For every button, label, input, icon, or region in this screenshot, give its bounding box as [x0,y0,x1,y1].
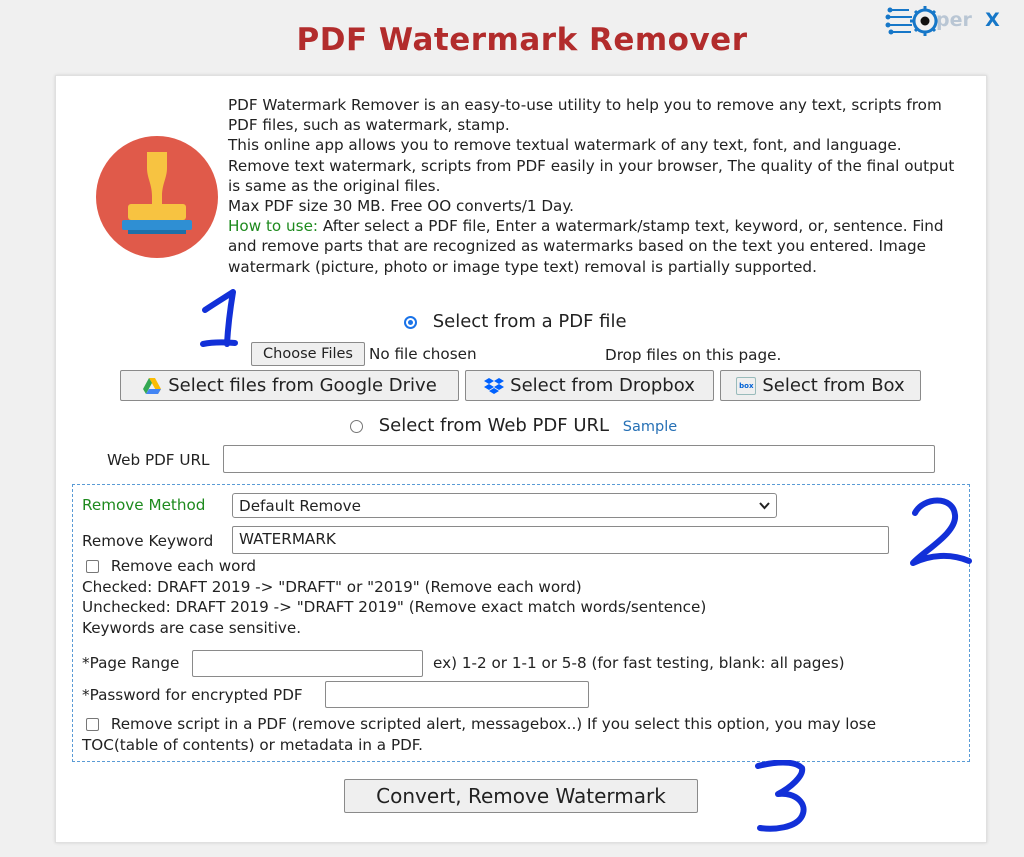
page-range-hint: ex) 1-2 or 1-1 or 5-8 (for fast testing,… [433,654,845,672]
sample-link[interactable]: Sample [623,419,677,435]
box-icon: box [736,376,757,395]
web-url-option-label: Select from Web PDF URL [378,415,610,436]
remove-each-word-option[interactable]: Remove each word [86,557,256,575]
how-to-text: After select a PDF file, Enter a waterma… [228,217,944,276]
remove-method-value: Default Remove [239,496,361,515]
box-label: Select from Box [762,375,905,396]
pdf-file-radio[interactable] [404,315,417,329]
file-status: No file chosen [369,345,477,363]
chevron-down-icon [759,501,770,509]
how-to-label: How to use: [228,217,319,236]
dropbox-icon [484,377,505,394]
how-to-use: How to use: After select a PDF file, Ent… [228,216,958,277]
web-url-option[interactable]: Select from Web PDF URL Sample [350,415,677,436]
remove-script-label-continued: TOC(table of contents) or metadata in a … [82,736,423,754]
password-label: *Password for encrypted PDF [82,686,303,704]
remove-method-label: Remove Method [82,496,206,514]
drop-zone-text: Drop files on this page. [605,346,782,364]
annotation-step-2: 2 [910,497,972,566]
dropbox-label: Select from Dropbox [510,375,695,396]
page-title: PDF Watermark Remover [296,22,748,58]
remove-each-word-label: Remove each word [110,557,257,575]
remove-method-select[interactable]: Default Remove [232,493,777,518]
password-input[interactable] [325,681,589,708]
remove-each-word-checkbox[interactable] [86,560,99,573]
dropbox-button[interactable]: Select from Dropbox [465,370,714,401]
description: PDF Watermark Remover is an easy-to-use … [228,95,958,277]
choose-files-button[interactable]: Choose Files [251,342,365,366]
description-line: Max PDF size 30 MB. Free OO converts/1 D… [228,197,575,216]
box-button[interactable]: box Select from Box [720,370,921,401]
google-drive-label: Select files from Google Drive [168,375,437,396]
description-line: This online app allows you to remove tex… [228,136,955,195]
brand-name: per X [936,9,1000,31]
remove-script-option[interactable]: Remove script in a PDF (remove scripted … [86,715,876,733]
description-line: PDF Watermark Remover is an easy-to-use … [228,96,942,135]
google-drive-icon [143,377,162,394]
remove-keyword-input[interactable]: WATERMARK [232,526,889,554]
convert-button[interactable]: Convert, Remove Watermark [344,779,698,813]
remove-script-checkbox[interactable] [86,718,99,731]
web-url-input[interactable] [223,445,935,473]
page-range-label: *Page Range [82,654,180,672]
google-drive-button[interactable]: Select files from Google Drive [120,370,459,401]
pdf-file-option-label: Select from a PDF file [432,311,627,332]
web-url-radio[interactable] [350,419,363,433]
remove-keyword-label: Remove Keyword [82,532,214,550]
page-range-input[interactable] [192,650,423,677]
pdf-file-option[interactable]: Select from a PDF file [404,311,627,332]
web-url-label: Web PDF URL [107,451,210,469]
remove-script-label: Remove script in a PDF (remove scripted … [110,715,877,733]
unchecked-note: Unchecked: DRAFT 2019 -> "DRAFT 2019" (R… [82,598,707,616]
checked-note: Checked: DRAFT 2019 -> "DRAFT" or "2019"… [82,578,582,596]
annotation-step-3: 3 [755,760,807,832]
stamp-icon [96,136,218,258]
annotation-step-1: 1 [200,289,238,347]
case-note: Keywords are case sensitive. [82,619,302,637]
